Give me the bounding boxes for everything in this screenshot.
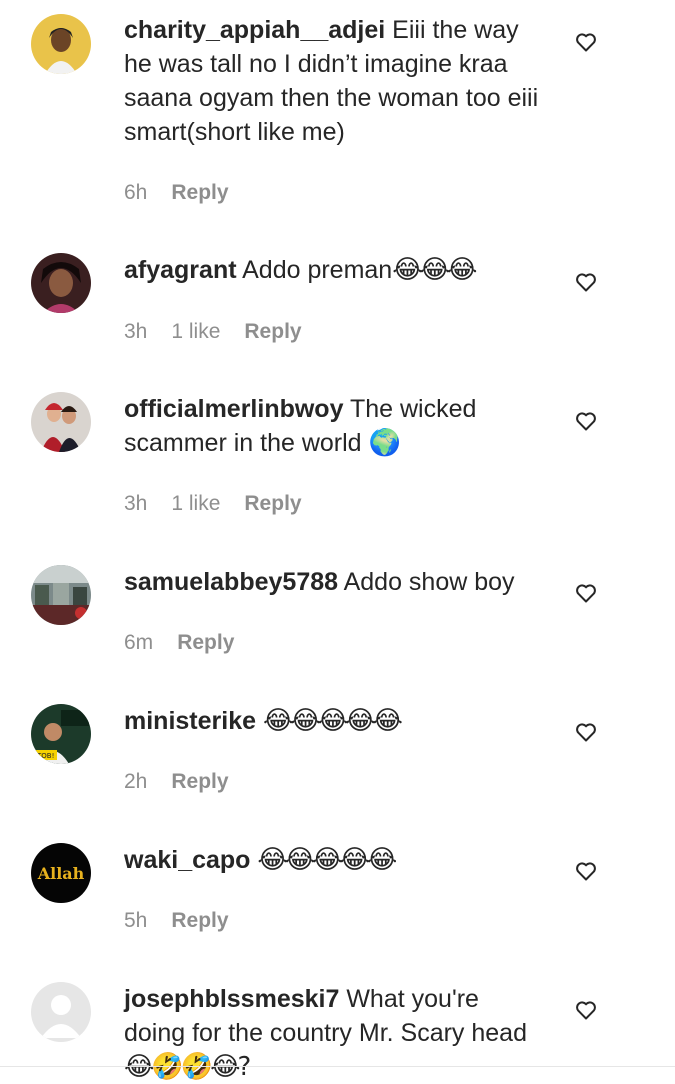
comment-text: officialmerlinbwoy The wicked scammer in… bbox=[124, 392, 544, 460]
avatar[interactable] bbox=[31, 253, 91, 313]
like-count[interactable]: 1 like bbox=[171, 492, 220, 516]
username-link[interactable]: samuelabbey5788 bbox=[124, 568, 338, 596]
heart-icon[interactable] bbox=[574, 270, 598, 294]
avatar[interactable]: Allah bbox=[31, 843, 91, 903]
username-link[interactable]: ministerike bbox=[124, 707, 256, 735]
heart-icon[interactable] bbox=[574, 581, 598, 605]
comment-body: Addo preman bbox=[236, 256, 393, 284]
reply-button[interactable]: Reply bbox=[177, 631, 234, 655]
timestamp: 3h bbox=[124, 320, 148, 343]
timestamp: 6m bbox=[124, 631, 154, 654]
avatar-text: TOB! bbox=[36, 752, 54, 760]
avatar[interactable]: TOB! bbox=[31, 704, 91, 764]
comment-text: waki_capo 😂😂😂😂😂 bbox=[124, 843, 544, 877]
globe-emoji: 🌍 bbox=[368, 428, 401, 458]
heart-icon[interactable] bbox=[574, 998, 598, 1022]
comment-body bbox=[256, 707, 263, 735]
comment-text: ministerike 😂😂😂😂😂 bbox=[124, 704, 544, 738]
heart-icon[interactable] bbox=[574, 720, 598, 744]
comment-meta: 3h 1 like Reply bbox=[124, 320, 302, 344]
username-link[interactable]: waki_capo bbox=[124, 846, 250, 874]
comment-text: afyagrant Addo preman😂😂😂 bbox=[124, 253, 544, 287]
reply-button[interactable]: Reply bbox=[244, 320, 301, 344]
comment-meta: 2h Reply bbox=[124, 770, 229, 794]
emoji: 😂😂😂 bbox=[392, 255, 477, 285]
emoji: 😂🤣🤣😂? bbox=[124, 1052, 251, 1082]
avatar[interactable] bbox=[31, 982, 91, 1042]
emoji: 😂😂😂😂😂 bbox=[262, 706, 403, 736]
comment-text: josephblssmeski7 What you're doing for t… bbox=[124, 982, 544, 1084]
like-count[interactable]: 1 like bbox=[171, 320, 220, 344]
username-link[interactable]: josephblssmeski7 bbox=[124, 985, 339, 1013]
comment-text: charity_appiah__adjei Eiii the way he wa… bbox=[124, 13, 544, 149]
heart-icon[interactable] bbox=[574, 30, 598, 54]
heart-icon[interactable] bbox=[574, 859, 598, 883]
reply-button[interactable]: Reply bbox=[171, 770, 228, 794]
heart-icon[interactable] bbox=[574, 409, 598, 433]
reply-button[interactable]: Reply bbox=[171, 909, 228, 933]
comment-text: samuelabbey5788 Addo show boy bbox=[124, 565, 544, 599]
comment-meta: 6h Reply bbox=[124, 181, 229, 205]
reply-button[interactable]: Reply bbox=[171, 181, 228, 205]
emoji: 😂😂😂😂😂 bbox=[257, 845, 397, 875]
comment-meta: 6m Reply bbox=[124, 631, 234, 655]
avatar[interactable] bbox=[31, 565, 91, 625]
timestamp: 6h bbox=[124, 181, 148, 204]
timestamp: 5h bbox=[124, 909, 148, 932]
username-link[interactable]: charity_appiah__adjei bbox=[124, 16, 385, 44]
avatar-text: Allah bbox=[37, 864, 85, 883]
comment-body: Addo show boy bbox=[338, 568, 515, 596]
comment-meta: 5h Reply bbox=[124, 909, 229, 933]
reply-button[interactable]: Reply bbox=[244, 492, 301, 516]
avatar[interactable] bbox=[31, 14, 91, 74]
avatar[interactable] bbox=[31, 392, 91, 452]
timestamp: 2h bbox=[124, 770, 148, 793]
username-link[interactable]: afyagrant bbox=[124, 256, 237, 284]
username-link[interactable]: officialmerlinbwoy bbox=[124, 395, 343, 423]
comment-meta: 3h 1 like Reply bbox=[124, 492, 302, 516]
timestamp: 3h bbox=[124, 492, 148, 515]
